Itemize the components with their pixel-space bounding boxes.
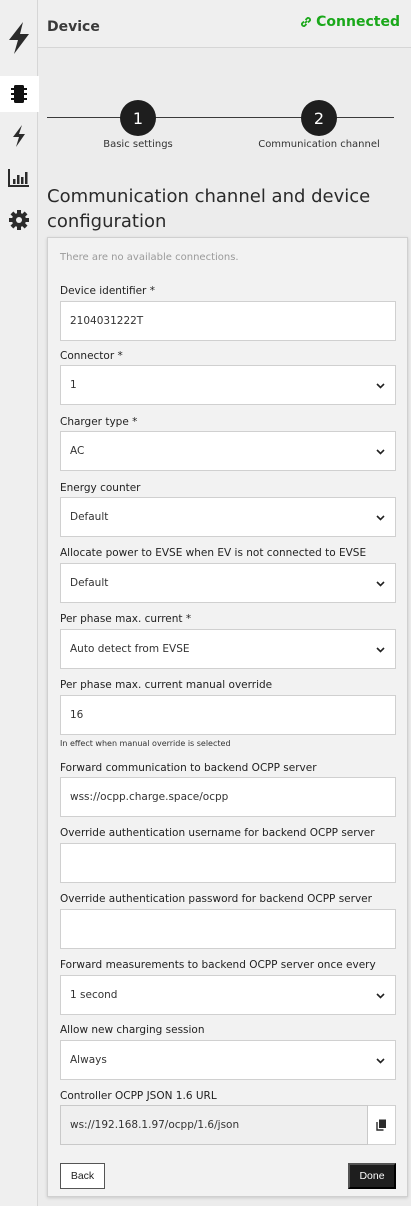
auth-username-label: Override authentication username for bac… bbox=[60, 827, 375, 839]
manual-override-value: 16 bbox=[70, 709, 84, 721]
auth-username-input[interactable] bbox=[60, 843, 396, 883]
allocate-power-label: Allocate power to EVSE when EV is not co… bbox=[60, 547, 367, 559]
step-1-circle[interactable]: 1 bbox=[120, 100, 156, 136]
allocate-power-select[interactable]: Default bbox=[60, 563, 396, 603]
connected-label: Connected bbox=[316, 14, 400, 30]
step-1-label: Basic settings bbox=[103, 139, 173, 150]
step-2-circle[interactable]: 2 bbox=[301, 100, 337, 136]
link-icon bbox=[301, 17, 312, 27]
forward-backend-label: Forward communication to backend OCPP se… bbox=[60, 762, 317, 774]
chevron-down-icon bbox=[376, 515, 385, 521]
stepper-line bbox=[47, 117, 394, 118]
connector-label: Connector * bbox=[60, 350, 123, 362]
per-phase-max-select[interactable]: Auto detect from EVSE bbox=[60, 629, 396, 669]
sidebar bbox=[0, 0, 39, 1206]
step-2-label: Communication channel bbox=[258, 139, 380, 150]
chevron-down-icon bbox=[376, 383, 385, 389]
controller-url-label: Controller OCPP JSON 1.6 URL bbox=[60, 1090, 217, 1102]
manual-override-input[interactable]: 16 bbox=[60, 695, 396, 735]
copy-icon bbox=[376, 1119, 386, 1131]
nav-device-icon[interactable] bbox=[0, 76, 39, 112]
chevron-down-icon bbox=[376, 993, 385, 999]
section-title: Communication channel and device configu… bbox=[47, 186, 371, 232]
connection-status: Connected bbox=[299, 14, 400, 30]
copy-url-button[interactable] bbox=[368, 1105, 396, 1145]
forward-backend-input[interactable]: wss://ocpp.charge.space/ocpp bbox=[60, 777, 396, 817]
charger-type-value: AC bbox=[70, 445, 85, 457]
nav-charging-icon[interactable] bbox=[0, 118, 38, 154]
back-button[interactable]: Back bbox=[60, 1163, 105, 1189]
energy-counter-label: Energy counter bbox=[60, 482, 141, 494]
chevron-down-icon bbox=[376, 581, 385, 587]
logo-bolt-icon[interactable] bbox=[0, 0, 38, 76]
controller-url-field[interactable]: ws://192.168.1.97/ocpp/1.6/json bbox=[60, 1105, 368, 1145]
controller-url-value: ws://192.168.1.97/ocpp/1.6/json bbox=[70, 1119, 240, 1131]
page-title: Device bbox=[47, 19, 100, 35]
allow-session-label: Allow new charging session bbox=[60, 1024, 205, 1036]
allocate-power-value: Default bbox=[70, 577, 109, 589]
done-button[interactable]: Done bbox=[348, 1163, 396, 1189]
per-phase-max-label: Per phase max. current * bbox=[60, 613, 192, 625]
energy-counter-select[interactable]: Default bbox=[60, 497, 396, 537]
allow-session-value: Always bbox=[70, 1054, 107, 1066]
charger-type-label: Charger type * bbox=[60, 416, 138, 428]
charger-type-select[interactable]: AC bbox=[60, 431, 396, 471]
forward-measurements-value: 1 second bbox=[70, 989, 118, 1001]
connector-select[interactable]: 1 bbox=[60, 365, 396, 405]
chevron-down-icon bbox=[376, 647, 385, 653]
chevron-down-icon bbox=[376, 1058, 385, 1064]
energy-counter-value: Default bbox=[70, 511, 109, 523]
allow-session-select[interactable]: Always bbox=[60, 1040, 396, 1080]
per-phase-max-value: Auto detect from EVSE bbox=[70, 643, 190, 655]
auth-password-label: Override authentication password for bac… bbox=[60, 893, 372, 905]
connector-value: 1 bbox=[70, 379, 77, 391]
device-identifier-input[interactable]: 2104031222T bbox=[60, 301, 396, 341]
auth-password-input[interactable] bbox=[60, 909, 396, 949]
manual-override-label: Per phase max. current manual override bbox=[60, 679, 273, 691]
device-identifier-label: Device identifier * bbox=[60, 285, 155, 297]
nav-settings-gear-icon[interactable] bbox=[0, 202, 38, 238]
forward-measurements-label: Forward measurements to backend OCPP ser… bbox=[60, 959, 376, 971]
nav-statistics-icon[interactable] bbox=[0, 160, 38, 196]
manual-override-hint: In effect when manual override is select… bbox=[60, 739, 231, 748]
header-bar: Device Connected bbox=[38, 0, 411, 48]
chevron-down-icon bbox=[376, 449, 385, 455]
forward-backend-value: wss://ocpp.charge.space/ocpp bbox=[70, 791, 229, 803]
no-connections-note: There are no available connections. bbox=[60, 252, 239, 263]
forward-measurements-select[interactable]: 1 second bbox=[60, 975, 396, 1015]
device-identifier-value: 2104031222T bbox=[70, 315, 144, 327]
